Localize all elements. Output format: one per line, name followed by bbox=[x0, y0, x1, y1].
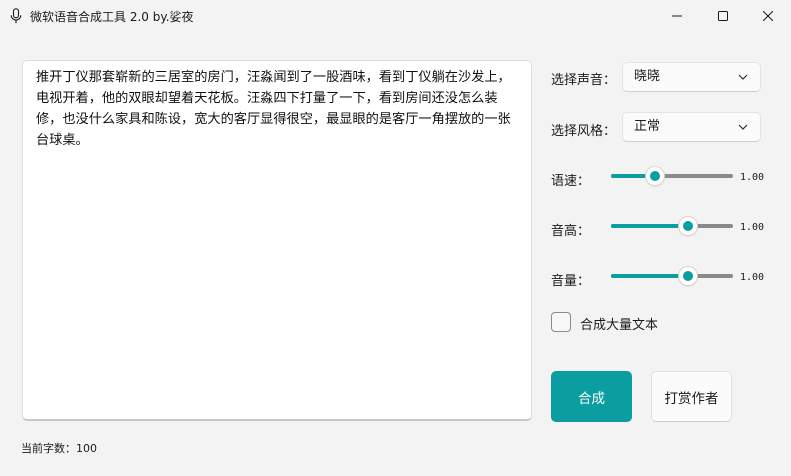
donate-button[interactable]: 打赏作者 bbox=[651, 371, 732, 422]
window-title: 微软语音合成工具 2.0 by.娑夜 bbox=[30, 10, 194, 24]
slider-fill bbox=[611, 274, 688, 278]
style-label: 选择风格： bbox=[551, 124, 617, 139]
minimize-icon bbox=[672, 15, 682, 17]
voice-label: 选择声音： bbox=[551, 73, 617, 88]
char-count: 当前字数：100 bbox=[21, 442, 97, 455]
rate-value: 1.00 bbox=[740, 172, 765, 183]
rate-label: 语速： bbox=[551, 174, 591, 189]
slider-fill bbox=[611, 224, 688, 228]
slider-thumb[interactable] bbox=[678, 267, 697, 285]
synthesize-button[interactable]: 合成 bbox=[551, 371, 632, 422]
title-bar: 微软语音合成工具 2.0 by.娑夜 bbox=[0, 0, 791, 32]
microphone-icon bbox=[10, 8, 22, 24]
volume-label: 音量： bbox=[551, 274, 591, 289]
pitch-value: 1.00 bbox=[740, 222, 765, 233]
slider-thumb[interactable] bbox=[678, 217, 697, 235]
rate-slider[interactable] bbox=[611, 166, 733, 186]
close-icon bbox=[763, 11, 773, 21]
maximize-button[interactable] bbox=[700, 0, 746, 32]
volume-slider[interactable] bbox=[611, 266, 733, 286]
volume-value: 1.00 bbox=[740, 272, 765, 283]
pitch-label: 音高： bbox=[551, 224, 591, 239]
bulk-text-label[interactable]: 合成大量文本 bbox=[580, 314, 658, 333]
style-select[interactable]: 正常 bbox=[622, 112, 761, 142]
chevron-down-icon bbox=[738, 74, 748, 80]
voice-select-value: 晓晓 bbox=[634, 69, 661, 84]
close-button[interactable] bbox=[745, 0, 791, 32]
voice-select[interactable]: 晓晓 bbox=[622, 62, 761, 92]
pitch-slider[interactable] bbox=[611, 216, 733, 236]
minimize-button[interactable] bbox=[654, 0, 700, 32]
bulk-text-checkbox[interactable] bbox=[551, 312, 571, 332]
text-input[interactable]: 推开丁仪那套崭新的三居室的房门，汪淼闻到了一股酒味，看到丁仪躺在沙发上，电视开着… bbox=[22, 60, 532, 421]
maximize-icon bbox=[718, 11, 728, 21]
slider-thumb[interactable] bbox=[645, 167, 664, 185]
chevron-down-icon bbox=[738, 124, 748, 130]
style-select-value: 正常 bbox=[634, 119, 661, 134]
